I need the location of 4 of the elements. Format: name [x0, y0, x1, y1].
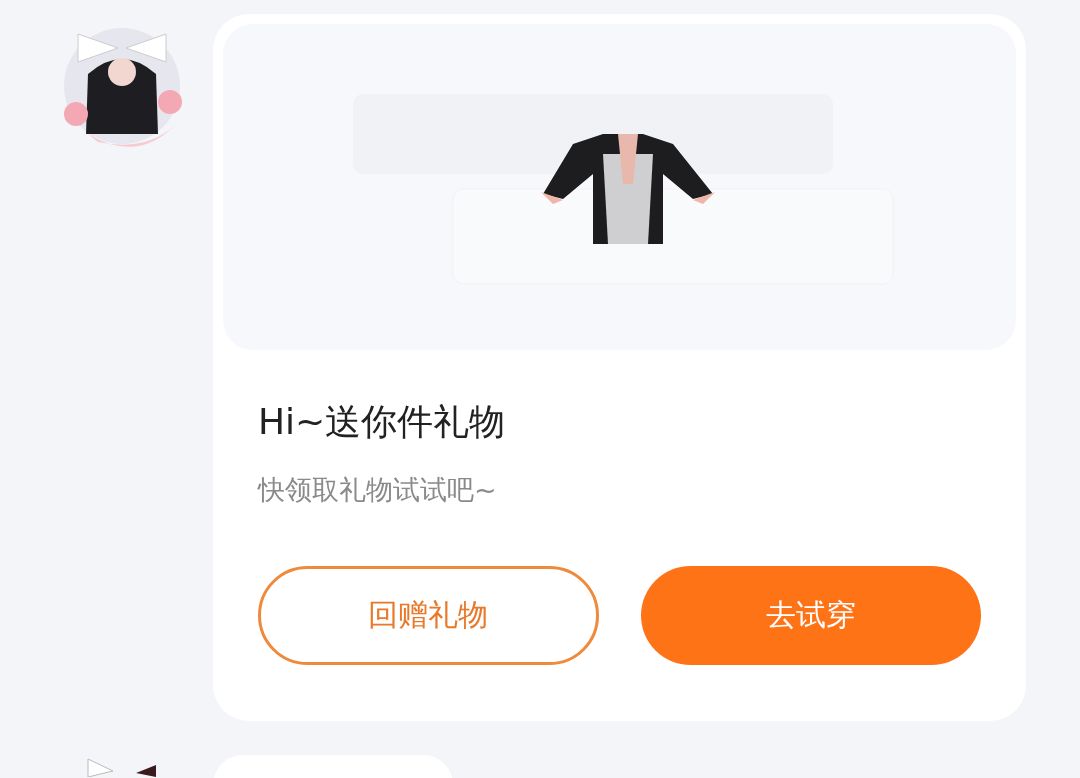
message-subtitle: 快领取礼物试试吧~ — [258, 473, 498, 507]
return-gift-button[interactable]: 回赠礼物 — [258, 566, 599, 665]
message-title: Hi~送你件礼物 — [258, 400, 507, 444]
try-on-button[interactable]: 去试穿 — [640, 566, 981, 665]
